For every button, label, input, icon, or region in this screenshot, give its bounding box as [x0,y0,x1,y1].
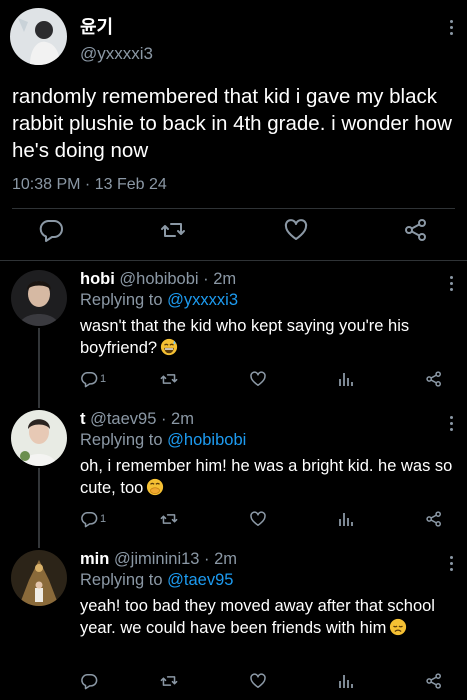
retweet-icon[interactable] [160,672,178,690]
share-icon[interactable] [403,218,429,242]
replying-to-label: Replying to [80,431,163,449]
reply-tweet: min @jiminini13 · 2m Replying to @taev95… [0,546,467,700]
share-icon[interactable] [425,370,443,388]
sweat-smile-emoji [160,338,178,356]
reply-tweet: t @taev95 · 2m Replying to @hobibobi oh,… [0,406,467,536]
reply-author-handle[interactable]: @hobibobi · 2m [119,270,236,288]
reply-actions [0,672,467,694]
disappointed-emoji [390,618,407,636]
more-options-icon[interactable] [447,556,455,574]
more-options-icon[interactable] [447,416,455,434]
reply-text: yeah! too bad they moved away after that… [80,595,460,639]
retweet-icon[interactable] [160,510,178,528]
hand-over-mouth-emoji [147,478,164,496]
replying-to-label: Replying to [80,291,163,309]
tweet-timestamp[interactable]: 10:38 PM · 13 Feb 24 [12,176,167,194]
divider [12,208,455,209]
reply-actions: 1 [0,370,467,392]
more-options-icon[interactable] [447,20,455,38]
analytics-icon[interactable] [337,672,355,690]
reply-header: hobi @hobibobi · 2m [80,270,236,289]
display-name[interactable]: 윤기 [80,13,113,39]
reply-header: min @jiminini13 · 2m [80,550,237,569]
reply-author-handle[interactable]: @taev95 · 2m [90,410,194,428]
reply-tweet: hobi @hobibobi · 2m Replying to @yxxxxi3… [0,266,467,396]
reply-count: 1 [100,373,107,385]
reply-author-name[interactable]: t [80,410,86,428]
tweet-text: randomly remembered that kid i gave my b… [12,85,452,162]
reply-text-content: oh, i remember him! he was a bright kid.… [80,457,453,497]
replying-to: Replying to @yxxxxi3 [80,291,238,310]
avatar[interactable] [11,410,67,466]
like-icon[interactable] [283,218,309,242]
replying-to: Replying to @hobibobi [80,431,246,450]
like-icon[interactable] [249,672,267,690]
analytics-icon[interactable] [337,370,355,388]
avatar[interactable] [11,550,67,606]
tweet-actions [0,218,467,250]
share-icon[interactable] [425,510,443,528]
mention-link[interactable]: @hobibobi [167,431,246,449]
share-icon[interactable] [425,672,443,690]
reply-author-name[interactable]: hobi [80,270,115,288]
reply-count: 1 [100,513,107,525]
reply-text-content: wasn't that the kid who kept saying you'… [80,317,410,357]
reply-icon[interactable]: 1 [80,510,106,528]
reply-header: t @taev95 · 2m [80,410,194,429]
replying-to: Replying to @taev95 [80,571,233,590]
main-tweet: 윤기 @yxxxxi3 randomly remembered that kid… [0,0,467,262]
avatar[interactable] [11,270,67,326]
mention-link[interactable]: @taev95 [167,571,233,589]
reply-text: oh, i remember him! he was a bright kid.… [80,455,460,499]
replying-to-label: Replying to [80,571,163,589]
reply-icon[interactable] [38,218,64,242]
like-icon[interactable] [249,370,267,388]
mention-link[interactable]: @yxxxxi3 [167,291,238,309]
retweet-icon[interactable] [160,218,186,242]
handle[interactable]: @yxxxxi3 [80,44,153,64]
like-icon[interactable] [249,510,267,528]
reply-author-name[interactable]: min [80,550,109,568]
reply-icon[interactable]: 1 [80,370,106,388]
more-options-icon[interactable] [447,276,455,294]
reply-text-content: yeah! too bad they moved away after that… [80,597,435,637]
reply-icon[interactable] [80,672,100,690]
reply-author-handle[interactable]: @jiminini13 · 2m [114,550,237,568]
avatar[interactable] [10,8,67,65]
reply-actions: 1 [0,510,467,532]
retweet-icon[interactable] [160,370,178,388]
analytics-icon[interactable] [337,510,355,528]
reply-text: wasn't that the kid who kept saying you'… [80,315,460,359]
divider [0,260,467,261]
